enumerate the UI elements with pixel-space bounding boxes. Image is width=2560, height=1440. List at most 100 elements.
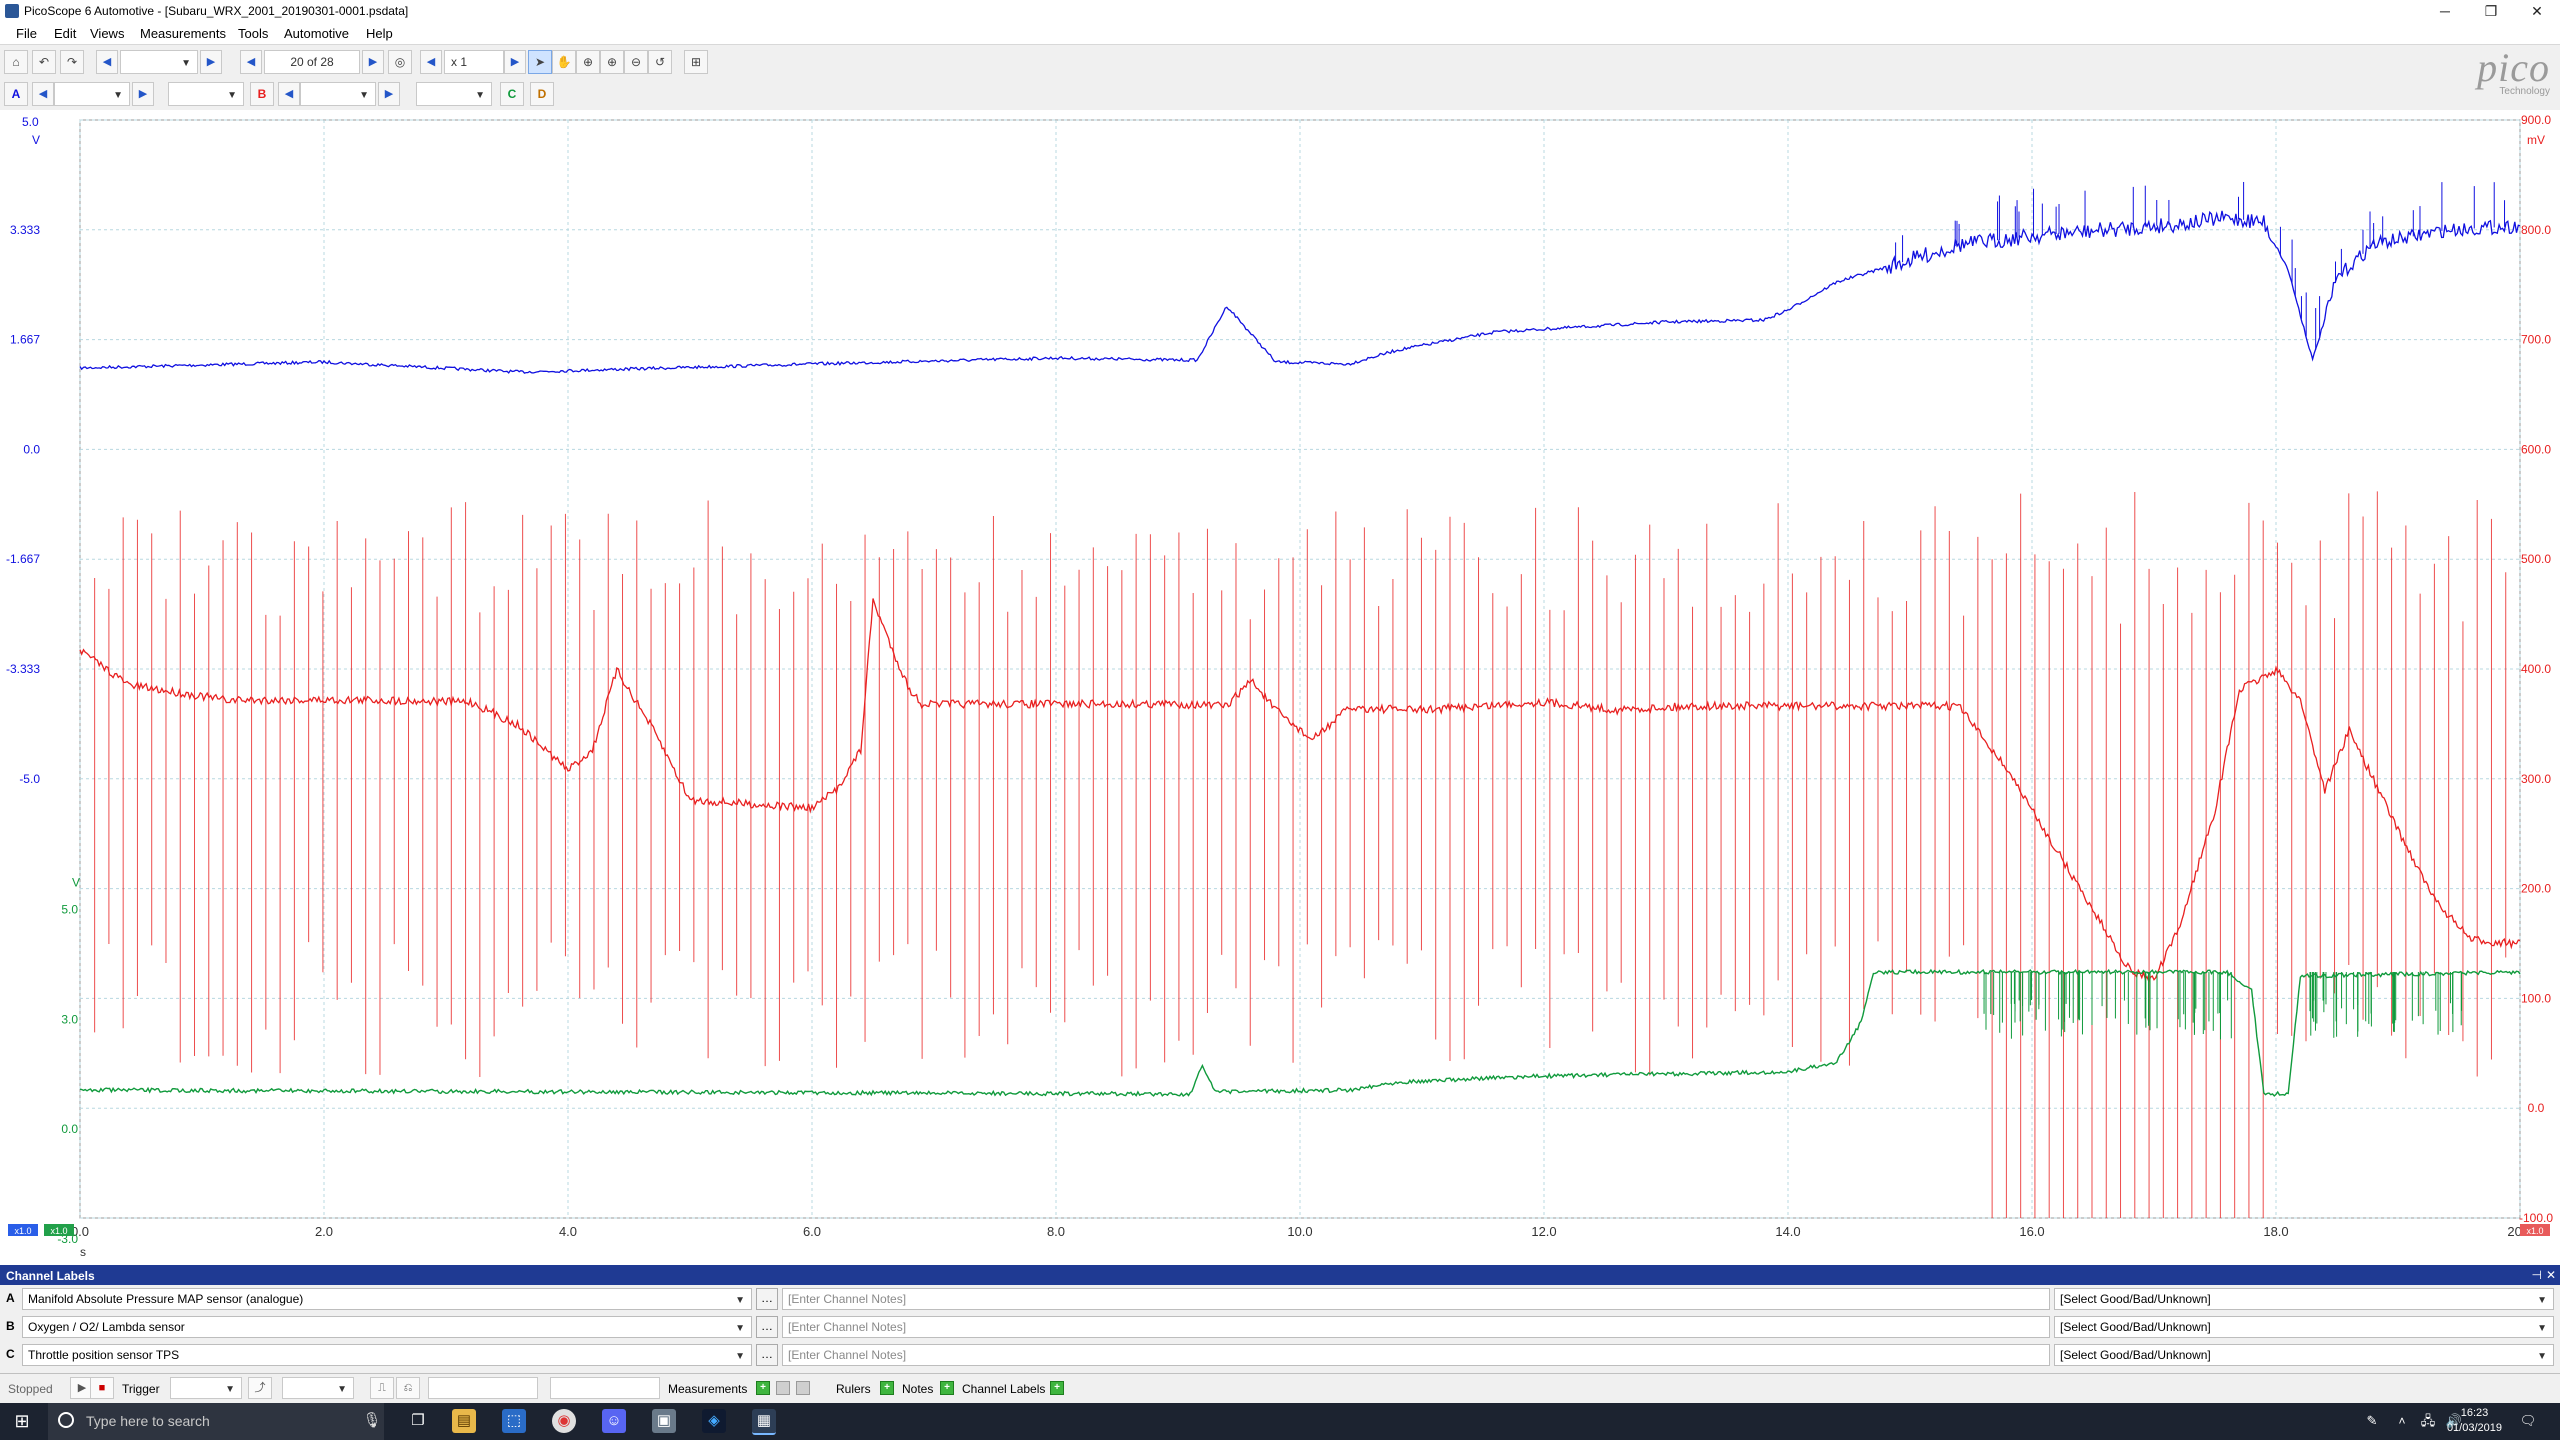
buffer-overview-icon[interactable]: ◎: [388, 50, 412, 74]
pointer-tool-icon[interactable]: ➤: [528, 50, 552, 74]
channel-b-label-select[interactable]: Oxygen / O2/ Lambda sensor ▼: [22, 1316, 752, 1338]
app-icon[interactable]: ▣: [652, 1409, 676, 1433]
zoom-prev-icon[interactable]: ◀: [420, 50, 442, 74]
menu-help[interactable]: Help: [366, 26, 393, 41]
channel-labels-panel: Channel Labels ⊣ ✕ A Manifold Absolute P…: [0, 1265, 2560, 1375]
channel-b-button[interactable]: B: [250, 82, 274, 106]
channel-c-status-select[interactable]: [Select Good/Bad/Unknown] ▼: [2054, 1344, 2554, 1366]
menu-automotive[interactable]: Automotive: [284, 26, 349, 41]
notes-toggle-icon[interactable]: +: [940, 1381, 954, 1395]
hand-tool-icon[interactable]: ✋: [552, 50, 576, 74]
oscilloscope-plot[interactable]: 0.02.04.06.08.010.012.014.016.018.020.05…: [0, 110, 2560, 1265]
channel-b-next-icon[interactable]: ▶: [378, 82, 400, 106]
channel-label-row-b: B Oxygen / O2/ Lambda sensor ▼ … [Enter C…: [0, 1313, 2560, 1341]
add-measurement-icon[interactable]: +: [756, 1381, 770, 1395]
trigger-source-dropdown[interactable]: ▼: [282, 1377, 354, 1399]
menu-edit[interactable]: Edit: [54, 26, 76, 41]
windows-start-icon[interactable]: ⊞: [10, 1409, 34, 1433]
store-icon[interactable]: ⬚: [502, 1409, 526, 1433]
channel-labels-header: Channel Labels: [0, 1267, 2560, 1285]
channel-b-prev-icon[interactable]: ◀: [278, 82, 300, 106]
undo-icon[interactable]: ↶: [32, 50, 56, 74]
zoom-area-icon[interactable]: ⊕: [576, 50, 600, 74]
picoscope-taskbar-icon[interactable]: ◈: [702, 1409, 726, 1433]
notifications-icon[interactable]: 🗨: [2516, 1409, 2540, 1433]
trigger-level-field[interactable]: [428, 1377, 538, 1399]
zoom-next-icon[interactable]: ▶: [504, 50, 526, 74]
channel-b-more-button[interactable]: …: [756, 1316, 778, 1338]
rulers-toggle-icon[interactable]: +: [880, 1381, 894, 1395]
menu-file[interactable]: File: [16, 26, 37, 41]
run-state-label: Stopped: [8, 1382, 53, 1396]
menu-tools[interactable]: Tools: [238, 26, 268, 41]
zoom-in-icon[interactable]: ⊕: [600, 50, 624, 74]
trigger-mode-dropdown[interactable]: ▼: [170, 1377, 242, 1399]
status-bar: Stopped ▶ ■ Trigger ▼ ⤴ ▼ ⎍ ⎌ Measuremen…: [0, 1373, 2560, 1404]
minimize-button[interactable]: ─: [2422, 0, 2468, 22]
delete-measurement-icon[interactable]: [796, 1381, 810, 1395]
buffer-prev-icon[interactable]: ◀: [240, 50, 262, 74]
prev-arrow-icon[interactable]: ◀: [96, 50, 118, 74]
channel-a-prev-icon[interactable]: ◀: [32, 82, 54, 106]
channel-b-notes-input[interactable]: [Enter Channel Notes]: [782, 1316, 2050, 1338]
channel-b-coupling-dropdown[interactable]: ▼: [416, 82, 492, 106]
channel-a-more-button[interactable]: …: [756, 1288, 778, 1310]
microphone-icon[interactable]: 🎙: [360, 1409, 384, 1433]
channel-a-label-select[interactable]: Manifold Absolute Pressure MAP sensor (a…: [22, 1288, 752, 1310]
next-arrow-icon[interactable]: ▶: [200, 50, 222, 74]
scope-view[interactable]: 0.02.04.06.08.010.012.014.016.018.020.05…: [0, 110, 2560, 1265]
channel-letter: B: [6, 1319, 15, 1333]
rising-edge-icon[interactable]: ⎍: [370, 1377, 394, 1399]
channel-a-tick-label: 3.333: [10, 223, 40, 237]
main-toolbar: ⌂ ↶ ↷ ◀ ▼ ▶ ◀ 20 of 28 ▶ ◎ ◀ x 1 ▶ ➤ ✋ ⊕…: [0, 44, 2560, 79]
menu-measurements[interactable]: Measurements: [140, 26, 226, 41]
zoom-out-icon[interactable]: ⊖: [624, 50, 648, 74]
zoom-fit-icon[interactable]: ⊞: [684, 50, 708, 74]
taskbar-clock[interactable]: 16:23 01/03/2019: [2447, 1406, 2502, 1436]
chrome-icon[interactable]: ◉: [552, 1409, 576, 1433]
channel-b-tick-label: 300.0: [2521, 772, 2551, 786]
channel-letter: C: [6, 1347, 15, 1361]
task-view-icon[interactable]: ❐: [406, 1409, 430, 1433]
channel-a-notes-input[interactable]: [Enter Channel Notes]: [782, 1288, 2050, 1310]
close-button[interactable]: ✕: [2514, 0, 2560, 22]
stop-icon[interactable]: ■: [90, 1377, 114, 1399]
channel-a-unit: V: [32, 133, 40, 147]
redo-icon[interactable]: ↷: [60, 50, 84, 74]
zoom-factor[interactable]: x 1: [444, 50, 504, 74]
undo-zoom-icon[interactable]: ↺: [648, 50, 672, 74]
buffer-position[interactable]: 20 of 28: [264, 50, 360, 74]
picoscope-active-icon[interactable]: ▦: [752, 1409, 776, 1435]
channel-b-status-select[interactable]: [Select Good/Bad/Unknown] ▼: [2054, 1316, 2554, 1338]
channel-c-label-select[interactable]: Throttle position sensor TPS ▼: [22, 1344, 752, 1366]
buffer-next-icon[interactable]: ▶: [362, 50, 384, 74]
file-explorer-icon[interactable]: ▤: [452, 1409, 476, 1433]
pen-icon[interactable]: ✎: [2360, 1409, 2384, 1433]
channel-b-range-dropdown[interactable]: ▼: [300, 82, 376, 106]
channel-labels-toggle-icon[interactable]: +: [1050, 1381, 1064, 1395]
channel-d-button[interactable]: D: [530, 82, 554, 106]
falling-edge-icon[interactable]: ⎌: [396, 1377, 420, 1399]
channel-a-coupling-dropdown[interactable]: ▼: [168, 82, 244, 106]
network-icon[interactable]: 🖧: [2416, 1409, 2440, 1433]
channel-c-button[interactable]: C: [500, 82, 524, 106]
taskbar-search-box[interactable]: Type here to search: [48, 1403, 384, 1440]
menu-views[interactable]: Views: [90, 26, 124, 41]
collection-dropdown[interactable]: ▼: [120, 50, 198, 74]
pre-trigger-field[interactable]: [550, 1377, 660, 1399]
advanced-trigger-icon[interactable]: ⤴: [248, 1377, 272, 1399]
channel-a-next-icon[interactable]: ▶: [132, 82, 154, 106]
tray-arrow-icon[interactable]: ˄: [2390, 1409, 2414, 1433]
channel-c-notes-input[interactable]: [Enter Channel Notes]: [782, 1344, 2050, 1366]
maximize-button[interactable]: ❐: [2468, 0, 2514, 22]
channel-a-button[interactable]: A: [4, 82, 28, 106]
channel-a-status-select[interactable]: [Select Good/Bad/Unknown] ▼: [2054, 1288, 2554, 1310]
panel-close-icon[interactable]: ✕: [2546, 1268, 2556, 1282]
channel-c-more-button[interactable]: …: [756, 1344, 778, 1366]
x-tick-label: 18.0: [2263, 1224, 2288, 1239]
home-icon[interactable]: ⌂: [4, 50, 28, 74]
channel-a-range-dropdown[interactable]: ▼: [54, 82, 130, 106]
edit-measurement-icon[interactable]: [776, 1381, 790, 1395]
discord-icon[interactable]: ☺: [602, 1409, 626, 1433]
panel-pin-icon[interactable]: ⊣: [2532, 1268, 2542, 1282]
